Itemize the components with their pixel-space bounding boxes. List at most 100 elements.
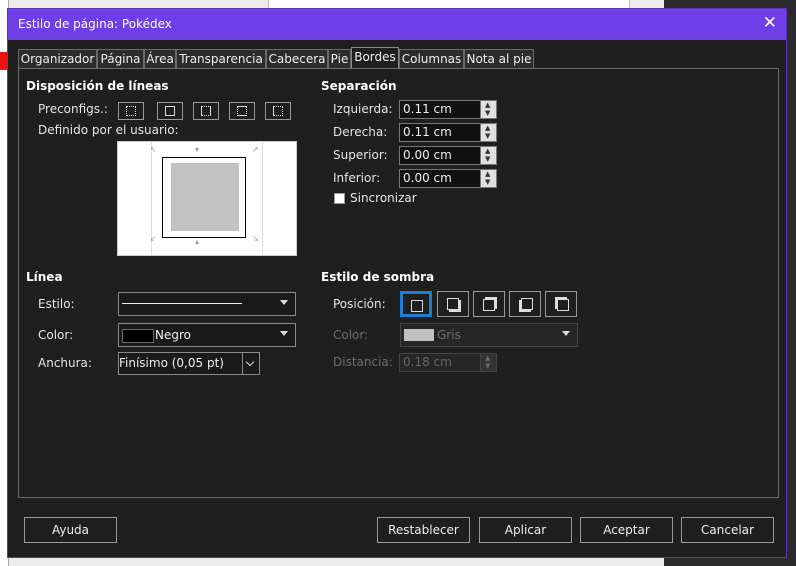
shadow-bottom-right-button[interactable]: [437, 291, 469, 317]
padding-bottom-value[interactable]: 0.00 cm: [403, 171, 452, 185]
tab-organizador[interactable]: Organizador: [18, 49, 97, 68]
close-icon[interactable]: ✕: [763, 13, 777, 33]
padding-right-spinner[interactable]: 0.11 cm ▲ ▼: [399, 123, 497, 142]
shadow-top-left-button[interactable]: [545, 291, 577, 317]
tab-pagina[interactable]: Página: [97, 49, 144, 68]
shadow-position-label: Posición:: [333, 297, 386, 311]
spin-down-icon[interactable]: ▼: [485, 362, 490, 370]
line-style-select[interactable]: [118, 292, 296, 316]
sync-label[interactable]: Sincronizar: [350, 191, 417, 205]
shadow-distance-value[interactable]: 0.18 cm: [403, 355, 452, 369]
line-width-select[interactable]: Finísimo (0,05 pt): [118, 352, 260, 375]
chevron-down-icon: [245, 357, 255, 367]
padding-left-label: Izquierda:: [333, 102, 393, 116]
tab-transparencia[interactable]: Transparencia: [176, 49, 266, 68]
shadow-top-right-icon: [483, 299, 495, 311]
border-left-icon: [273, 106, 283, 116]
spin-up-icon[interactable]: ▲: [485, 101, 490, 109]
border-none-icon: [126, 106, 136, 116]
dialog-title: Estilo de página: Pokédex: [18, 17, 172, 31]
line-style-sample: [122, 303, 242, 304]
preset-none-button[interactable]: [118, 102, 144, 120]
corner-marker-icon: ↗: [252, 145, 259, 154]
spin-up-icon[interactable]: ▲: [485, 170, 490, 178]
shadow-top-right-button[interactable]: [473, 291, 505, 317]
border-outer-icon: [165, 106, 175, 116]
chevron-down-icon[interactable]: [280, 300, 288, 305]
line-width-label: Anchura:: [38, 356, 92, 370]
cancel-button[interactable]: Cancelar: [681, 517, 774, 543]
border-left-right-icon: [201, 106, 211, 116]
spin-down-icon[interactable]: ▼: [485, 155, 490, 163]
padding-left-spinner[interactable]: 0.11 cm ▲ ▼: [399, 100, 497, 119]
tab-columnas[interactable]: Columnas: [399, 49, 464, 68]
shadow-bottom-left-icon: [521, 298, 533, 310]
line-color-select[interactable]: Negro: [118, 323, 296, 347]
spin-up-icon[interactable]: ▲: [485, 124, 490, 132]
line-arrangement-heading: Disposición de líneas: [26, 79, 169, 93]
spin-up-icon[interactable]: ▲: [485, 354, 490, 362]
spinner-buttons[interactable]: ▲ ▼: [480, 124, 496, 141]
corner-marker-icon: ↖: [150, 145, 157, 154]
edge-marker-icon: ▾: [195, 145, 200, 154]
shadow-color-label: Color:: [333, 328, 369, 342]
line-color-value: Negro: [155, 328, 191, 342]
padding-bottom-spinner[interactable]: 0.00 cm ▲ ▼: [399, 169, 497, 188]
title-bar: Estilo de página: Pokédex ✕: [8, 9, 786, 40]
spin-down-icon[interactable]: ▼: [485, 109, 490, 117]
spin-down-icon[interactable]: ▼: [485, 178, 490, 186]
spinner-buttons[interactable]: ▲ ▼: [480, 101, 496, 118]
shadow-distance-spinner[interactable]: 0.18 cm ▲ ▼: [399, 353, 497, 372]
tab-nota-al-pie[interactable]: Nota al pie: [464, 49, 534, 68]
user-defined-label: Definido por el usuario:: [38, 123, 179, 137]
reset-button[interactable]: Restablecer: [377, 517, 470, 543]
tab-area[interactable]: Área: [144, 49, 176, 68]
shadow-color-select[interactable]: Gris: [400, 323, 578, 347]
shadow-top-left-icon: [557, 299, 569, 311]
shadow-color-swatch: [404, 329, 434, 341]
tab-cabecera[interactable]: Cabecera: [266, 49, 328, 68]
preset-top-bottom-button[interactable]: [229, 102, 255, 120]
apply-button[interactable]: Aplicar: [479, 517, 572, 543]
preset-outer-button[interactable]: [157, 102, 183, 120]
spinner-buttons[interactable]: ▲ ▼: [480, 147, 496, 164]
padding-bottom-label: Inferior:: [333, 171, 381, 185]
tab-pie[interactable]: Pie: [328, 49, 351, 68]
page-style-dialog: Estilo de página: Pokédex ✕ Organizador …: [7, 8, 787, 558]
padding-heading: Separación: [321, 79, 397, 93]
border-preview[interactable]: ↖ ↗ ↙ ↘ ▾ ▴: [117, 141, 297, 256]
shadow-none-icon: [411, 300, 423, 312]
shadow-bottom-left-button[interactable]: [509, 291, 541, 317]
padding-top-value[interactable]: 0.00 cm: [403, 148, 452, 162]
dropdown-button[interactable]: [242, 353, 259, 374]
shadow-bottom-right-icon: [447, 298, 459, 310]
presets-label: Preconfigs.:: [38, 102, 108, 116]
padding-left-value[interactable]: 0.11 cm: [403, 102, 452, 116]
help-button[interactable]: Ayuda: [24, 517, 117, 543]
padding-right-label: Derecha:: [333, 125, 388, 139]
chevron-down-icon[interactable]: [280, 331, 288, 336]
spinner-buttons[interactable]: ▲ ▼: [480, 170, 496, 187]
padding-top-label: Superior:: [333, 148, 388, 162]
shadow-color-value: Gris: [437, 328, 461, 342]
preset-left-right-button[interactable]: [193, 102, 219, 120]
edge-marker-icon: ▴: [195, 237, 200, 246]
spinner-buttons[interactable]: ▲ ▼: [480, 354, 496, 371]
ok-button[interactable]: Aceptar: [580, 517, 673, 543]
preset-left-button[interactable]: [265, 102, 291, 120]
line-style-label: Estilo:: [38, 297, 75, 311]
corner-marker-icon: ↙: [150, 234, 157, 243]
padding-right-value[interactable]: 0.11 cm: [403, 125, 452, 139]
spin-down-icon[interactable]: ▼: [485, 132, 490, 140]
preview-content: [171, 163, 239, 231]
corner-marker-icon: ↘: [252, 234, 259, 243]
shadow-distance-label: Distancia:: [333, 355, 393, 369]
tab-bordes[interactable]: Bordes: [351, 47, 399, 69]
padding-top-spinner[interactable]: 0.00 cm ▲ ▼: [399, 146, 497, 165]
shadow-none-button[interactable]: [400, 291, 432, 317]
chevron-down-icon[interactable]: [562, 331, 570, 336]
line-color-swatch: [122, 329, 154, 343]
shadow-heading: Estilo de sombra: [321, 270, 435, 284]
spin-up-icon[interactable]: ▲: [485, 147, 490, 155]
sync-checkbox[interactable]: [334, 193, 345, 204]
